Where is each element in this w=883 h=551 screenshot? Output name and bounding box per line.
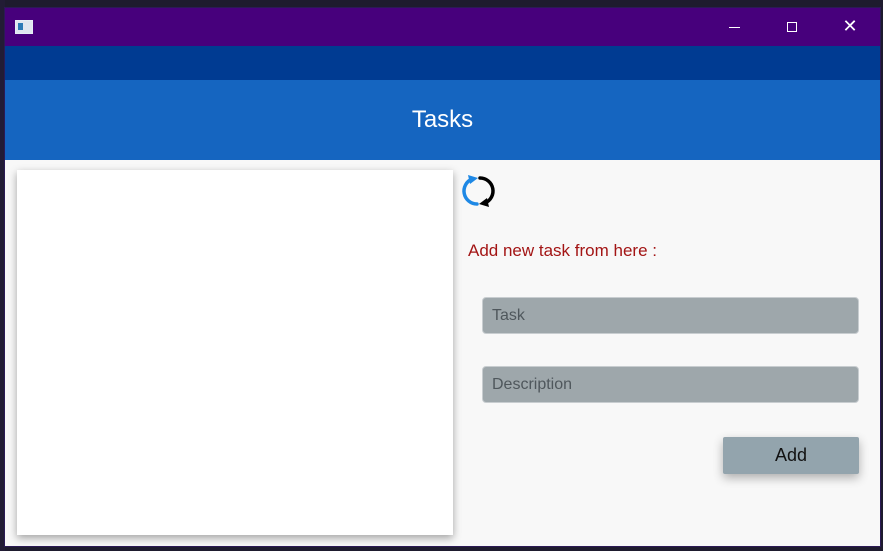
close-button[interactable]: ✕ bbox=[821, 8, 879, 46]
menu-bar bbox=[5, 46, 880, 80]
maximize-button[interactable] bbox=[763, 8, 821, 46]
task-input[interactable] bbox=[482, 297, 859, 334]
page-title: Tasks bbox=[411, 106, 474, 133]
refresh-icon-graphic bbox=[462, 175, 495, 207]
close-icon: ✕ bbox=[842, 16, 858, 37]
add-button[interactable]: Add bbox=[723, 437, 859, 474]
description-input[interactable] bbox=[482, 366, 859, 403]
app-window: ✕ Tasks Add new task from here : Add bbox=[5, 8, 880, 546]
minimize-icon bbox=[728, 26, 740, 28]
minimize-button[interactable] bbox=[705, 8, 763, 46]
refresh-icon[interactable] bbox=[458, 171, 498, 211]
task-list[interactable] bbox=[17, 170, 453, 535]
title-bar[interactable]: ✕ bbox=[5, 8, 880, 46]
add-task-prompt: Add new task from here : bbox=[468, 241, 657, 260]
app-header: Tasks bbox=[5, 80, 880, 160]
maximize-icon bbox=[787, 22, 797, 32]
window-icon bbox=[15, 20, 33, 34]
